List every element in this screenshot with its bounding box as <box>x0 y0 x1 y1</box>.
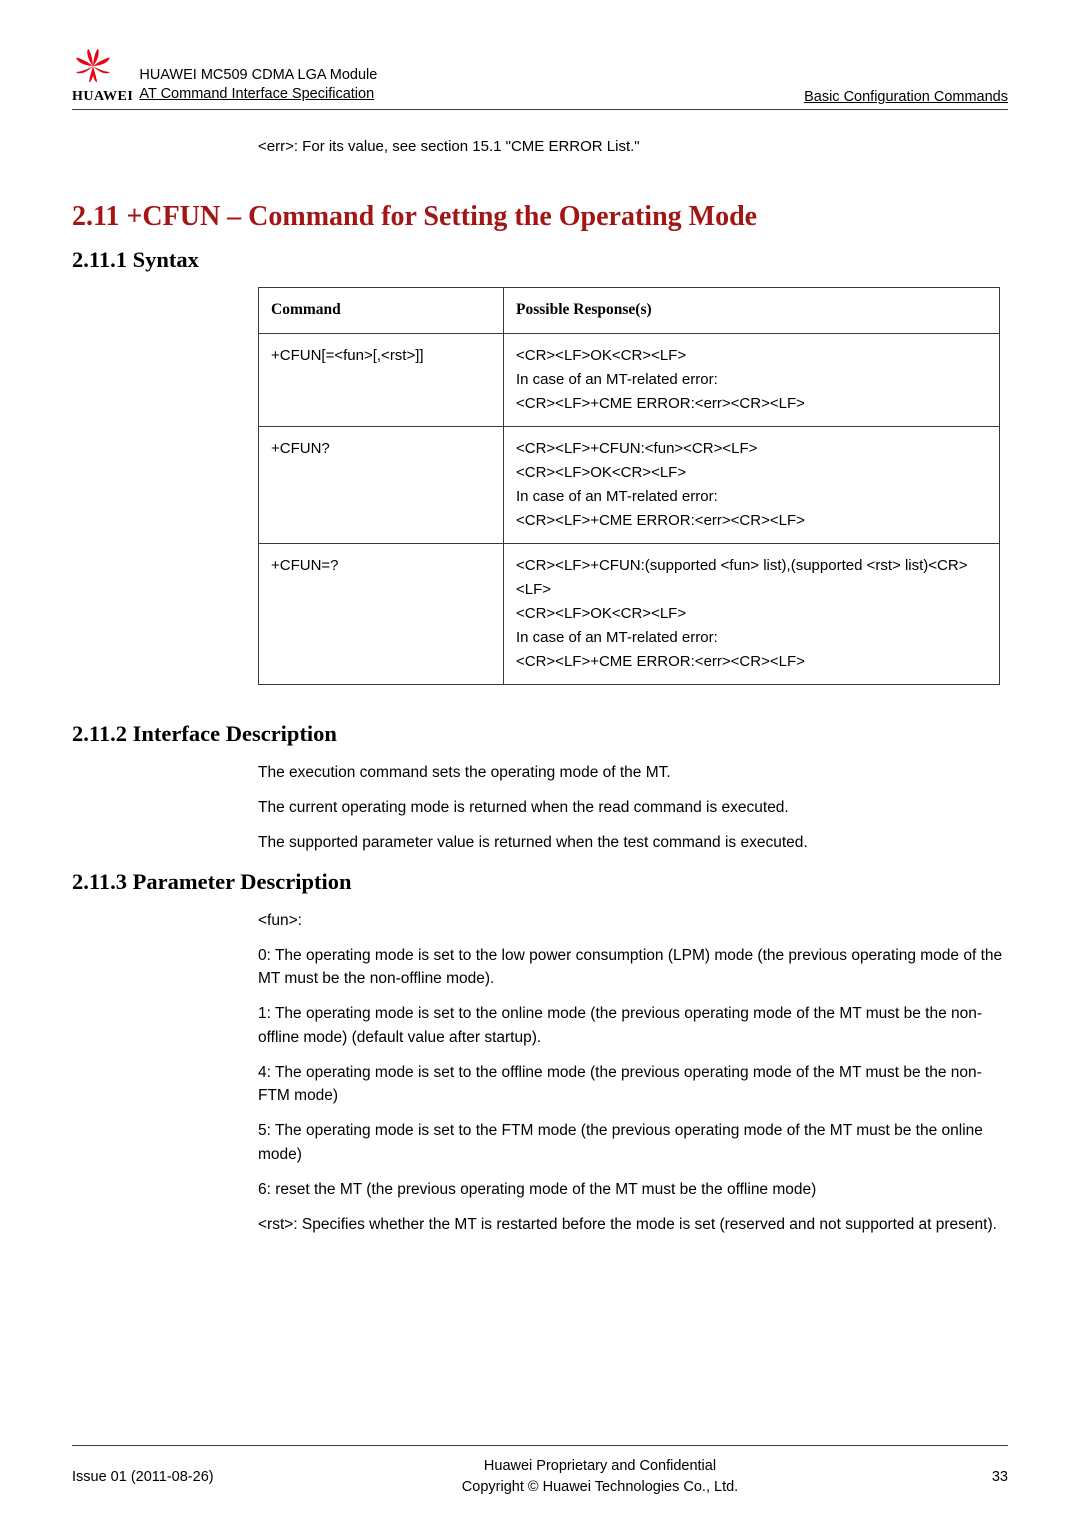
page-footer: Issue 01 (2011-08-26) Huawei Proprietary… <box>72 1445 1008 1497</box>
cell-command: +CFUN=? <box>259 543 504 684</box>
doc-title-line1: HUAWEI MC509 CDMA LGA Module <box>139 66 377 86</box>
cell-response: <CR><LF>+CFUN:<fun><CR><LF> <CR><LF>OK<C… <box>504 426 1000 543</box>
parameter-description-heading: 2.11.3 Parameter Description <box>72 869 1008 895</box>
table-header-row: Command Possible Response(s) <box>259 288 1000 334</box>
doc-title: HUAWEI MC509 CDMA LGA Module AT Command … <box>139 66 377 105</box>
section-heading: 2.11 +CFUN – Command for Setting the Ope… <box>72 201 1008 233</box>
cell-response: <CR><LF>+CFUN:(supported <fun> list),(su… <box>504 543 1000 684</box>
param-5: 5: The operating mode is set to the FTM … <box>258 1119 1008 1166</box>
param-4: 4: The operating mode is set to the offl… <box>258 1061 1008 1108</box>
table-header-command: Command <box>259 288 504 334</box>
doc-title-line2: AT Command Interface Specification <box>139 85 377 105</box>
huawei-flower-icon: HUAWEI <box>72 48 133 105</box>
syntax-heading: 2.11.1 Syntax <box>72 247 1008 273</box>
interface-description-heading: 2.11.2 Interface Description <box>72 721 1008 747</box>
table-row: +CFUN=? <CR><LF>+CFUN:(supported <fun> l… <box>259 543 1000 684</box>
param-6: 6: reset the MT (the previous operating … <box>258 1178 1008 1201</box>
intro-err-note: <err>: For its value, see section 15.1 "… <box>258 138 1008 155</box>
header-section-label: Basic Configuration Commands <box>804 89 1008 105</box>
footer-center: Huawei Proprietary and Confidential Copy… <box>272 1456 928 1497</box>
param-0: 0: The operating mode is set to the low … <box>258 944 1008 991</box>
table-header-responses: Possible Response(s) <box>504 288 1000 334</box>
table-row: +CFUN[=<fun>[,<rst>]] <CR><LF>OK<CR><LF>… <box>259 333 1000 426</box>
interface-p2: The current operating mode is returned w… <box>258 796 1008 819</box>
footer-page-number: 33 <box>928 1469 1008 1485</box>
table-row: +CFUN? <CR><LF>+CFUN:<fun><CR><LF> <CR><… <box>259 426 1000 543</box>
interface-p3: The supported parameter value is returne… <box>258 831 1008 854</box>
footer-issue: Issue 01 (2011-08-26) <box>72 1469 272 1485</box>
cell-command: +CFUN[=<fun>[,<rst>]] <box>259 333 504 426</box>
syntax-table: Command Possible Response(s) +CFUN[=<fun… <box>258 287 1000 685</box>
logo-block: HUAWEI HUAWEI MC509 CDMA LGA Module AT C… <box>72 48 377 105</box>
cell-response: <CR><LF>OK<CR><LF> In case of an MT-rela… <box>504 333 1000 426</box>
footer-copyright: Copyright © Huawei Technologies Co., Ltd… <box>272 1477 928 1497</box>
cell-command: +CFUN? <box>259 426 504 543</box>
footer-confidential: Huawei Proprietary and Confidential <box>272 1456 928 1476</box>
param-rst: <rst>: Specifies whether the MT is resta… <box>258 1213 1008 1236</box>
param-fun-label: <fun>: <box>258 909 1008 932</box>
param-1: 1: The operating mode is set to the onli… <box>258 1002 1008 1049</box>
logo-text: HUAWEI <box>72 89 133 105</box>
interface-p1: The execution command sets the operating… <box>258 761 1008 784</box>
page-header: HUAWEI HUAWEI MC509 CDMA LGA Module AT C… <box>72 48 1008 110</box>
